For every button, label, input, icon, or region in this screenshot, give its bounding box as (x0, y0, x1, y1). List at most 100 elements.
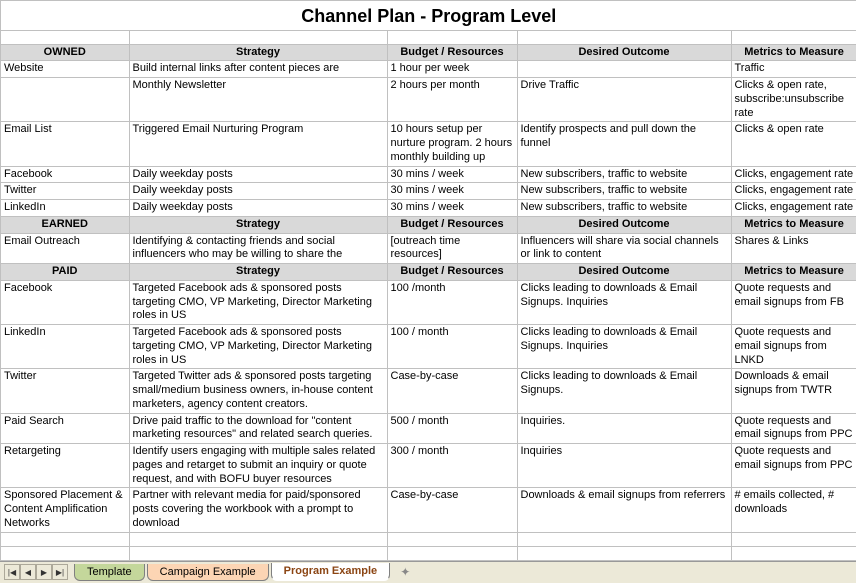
column-header: Desired Outcome (517, 44, 731, 61)
cell-budget[interactable]: 500 / month (387, 413, 517, 444)
cell-outcome[interactable]: New subscribers, traffic to website (517, 166, 731, 183)
table-row: WebsiteBuild internal links after conten… (1, 61, 856, 78)
cell-outcome[interactable]: Downloads & email signups from referrers (517, 488, 731, 532)
cell-strategy[interactable]: Identify users engaging with multiple sa… (129, 444, 387, 488)
column-header: Metrics to Measure (731, 264, 856, 281)
cell-strategy[interactable]: Daily weekday posts (129, 166, 387, 183)
cell-strategy[interactable]: Targeted Facebook ads & sponsored posts … (129, 280, 387, 324)
cell-channel[interactable]: Paid Search (1, 413, 129, 444)
section-name: EARNED (1, 216, 129, 233)
column-header: Metrics to Measure (731, 216, 856, 233)
cell-channel[interactable] (1, 78, 129, 122)
sheet-tab-bar: |◀ ◀ ▶ ▶| Template Campaign Example Prog… (0, 561, 856, 583)
section-name: PAID (1, 264, 129, 281)
cell-outcome[interactable]: Clicks leading to downloads & Email Sign… (517, 369, 731, 413)
cell-budget[interactable]: Case-by-case (387, 488, 517, 532)
cell-strategy[interactable]: Targeted Facebook ads & sponsored posts … (129, 325, 387, 369)
add-sheet-icon[interactable]: ✦ (392, 563, 418, 581)
cell-outcome[interactable]: Clicks leading to downloads & Email Sign… (517, 325, 731, 369)
cell-strategy[interactable]: Drive paid traffic to the download for "… (129, 413, 387, 444)
cell-strategy[interactable]: Build internal links after content piece… (129, 61, 387, 78)
tab-nav-last[interactable]: ▶| (52, 564, 68, 580)
cell-metrics[interactable]: Shares & Links (731, 233, 856, 264)
tab-nav-prev[interactable]: ◀ (20, 564, 36, 580)
tab-nav-first[interactable]: |◀ (4, 564, 20, 580)
section-header-row: PAIDStrategyBudget / ResourcesDesired Ou… (1, 264, 856, 281)
column-header: Strategy (129, 264, 387, 281)
table-row: Monthly Newsletter2 hours per monthDrive… (1, 78, 856, 122)
cell-outcome[interactable]: New subscribers, traffic to website (517, 200, 731, 217)
cell-strategy[interactable]: Monthly Newsletter (129, 78, 387, 122)
column-header: Desired Outcome (517, 216, 731, 233)
cell-metrics[interactable]: Traffic (731, 61, 856, 78)
cell-strategy[interactable]: Daily weekday posts (129, 200, 387, 217)
tab-template[interactable]: Template (74, 564, 145, 581)
cell-metrics[interactable]: Quote requests and email signups from PP… (731, 413, 856, 444)
cell-channel[interactable]: Twitter (1, 183, 129, 200)
section-name: OWNED (1, 44, 129, 61)
cell-metrics[interactable]: Clicks & open rate, subscribe:unsubscrib… (731, 78, 856, 122)
cell-channel[interactable]: LinkedIn (1, 325, 129, 369)
column-header: Metrics to Measure (731, 44, 856, 61)
table-row: Paid SearchDrive paid traffic to the dow… (1, 413, 856, 444)
cell-metrics[interactable]: Quote requests and email signups from PP… (731, 444, 856, 488)
cell-outcome[interactable]: New subscribers, traffic to website (517, 183, 731, 200)
cell-budget[interactable]: 30 mins / week (387, 200, 517, 217)
table-row: LinkedInTargeted Facebook ads & sponsore… (1, 325, 856, 369)
cell-budget[interactable]: Case-by-case (387, 369, 517, 413)
cell-channel[interactable]: Email List (1, 122, 129, 166)
cell-channel[interactable]: Email Outreach (1, 233, 129, 264)
cell-channel[interactable]: Facebook (1, 280, 129, 324)
cell-channel[interactable]: Retargeting (1, 444, 129, 488)
cell-strategy[interactable]: Identifying & contacting friends and soc… (129, 233, 387, 264)
section-header-row: OWNEDStrategyBudget / ResourcesDesired O… (1, 44, 856, 61)
cell-strategy[interactable]: Triggered Email Nurturing Program (129, 122, 387, 166)
column-header: Budget / Resources (387, 264, 517, 281)
spacer-row (1, 532, 856, 546)
cell-outcome[interactable] (517, 61, 731, 78)
cell-metrics[interactable]: Clicks, engagement rate (731, 166, 856, 183)
table-row: Sponsored Placement & Content Amplificat… (1, 488, 856, 532)
cell-outcome[interactable]: Identify prospects and pull down the fun… (517, 122, 731, 166)
cell-channel[interactable]: Website (1, 61, 129, 78)
cell-metrics[interactable]: Downloads & email signups from TWTR (731, 369, 856, 413)
tab-program-example[interactable]: Program Example (271, 563, 391, 581)
cell-budget[interactable]: 30 mins / week (387, 166, 517, 183)
table-row: LinkedInDaily weekday posts30 mins / wee… (1, 200, 856, 217)
cell-metrics[interactable]: Quote requests and email signups from LN… (731, 325, 856, 369)
cell-strategy[interactable]: Partner with relevant media for paid/spo… (129, 488, 387, 532)
cell-metrics[interactable]: Clicks, engagement rate (731, 200, 856, 217)
table-row: Email OutreachIdentifying & contacting f… (1, 233, 856, 264)
cell-budget[interactable]: 100 / month (387, 325, 517, 369)
cell-channel[interactable]: Facebook (1, 166, 129, 183)
tab-nav-next[interactable]: ▶ (36, 564, 52, 580)
spacer-row (1, 546, 856, 560)
cell-metrics[interactable]: Quote requests and email signups from FB (731, 280, 856, 324)
cell-budget[interactable]: 2 hours per month (387, 78, 517, 122)
column-header: Budget / Resources (387, 44, 517, 61)
spacer-row (1, 30, 856, 44)
cell-metrics[interactable]: Clicks & open rate (731, 122, 856, 166)
cell-metrics[interactable]: Clicks, engagement rate (731, 183, 856, 200)
cell-metrics[interactable]: # emails collected, # downloads (731, 488, 856, 532)
cell-outcome[interactable]: Clicks leading to downloads & Email Sign… (517, 280, 731, 324)
tab-campaign-example[interactable]: Campaign Example (147, 564, 269, 581)
cell-outcome[interactable]: Influencers will share via social channe… (517, 233, 731, 264)
cell-strategy[interactable]: Daily weekday posts (129, 183, 387, 200)
cell-budget[interactable]: 30 mins / week (387, 183, 517, 200)
column-header: Strategy (129, 44, 387, 61)
cell-budget[interactable]: 300 / month (387, 444, 517, 488)
section-header-row: EARNEDStrategyBudget / ResourcesDesired … (1, 216, 856, 233)
cell-channel[interactable]: LinkedIn (1, 200, 129, 217)
cell-channel[interactable]: Sponsored Placement & Content Amplificat… (1, 488, 129, 532)
cell-budget[interactable]: 10 hours setup per nurture program. 2 ho… (387, 122, 517, 166)
cell-budget[interactable]: 100 /month (387, 280, 517, 324)
cell-outcome[interactable]: Inquiries (517, 444, 731, 488)
cell-outcome[interactable]: Inquiries. (517, 413, 731, 444)
title-row: Channel Plan - Program Level (1, 1, 856, 30)
cell-channel[interactable]: Twitter (1, 369, 129, 413)
cell-strategy[interactable]: Targeted Twitter ads & sponsored posts t… (129, 369, 387, 413)
cell-budget[interactable]: 1 hour per week (387, 61, 517, 78)
cell-budget[interactable]: [outreach time resources] (387, 233, 517, 264)
cell-outcome[interactable]: Drive Traffic (517, 78, 731, 122)
